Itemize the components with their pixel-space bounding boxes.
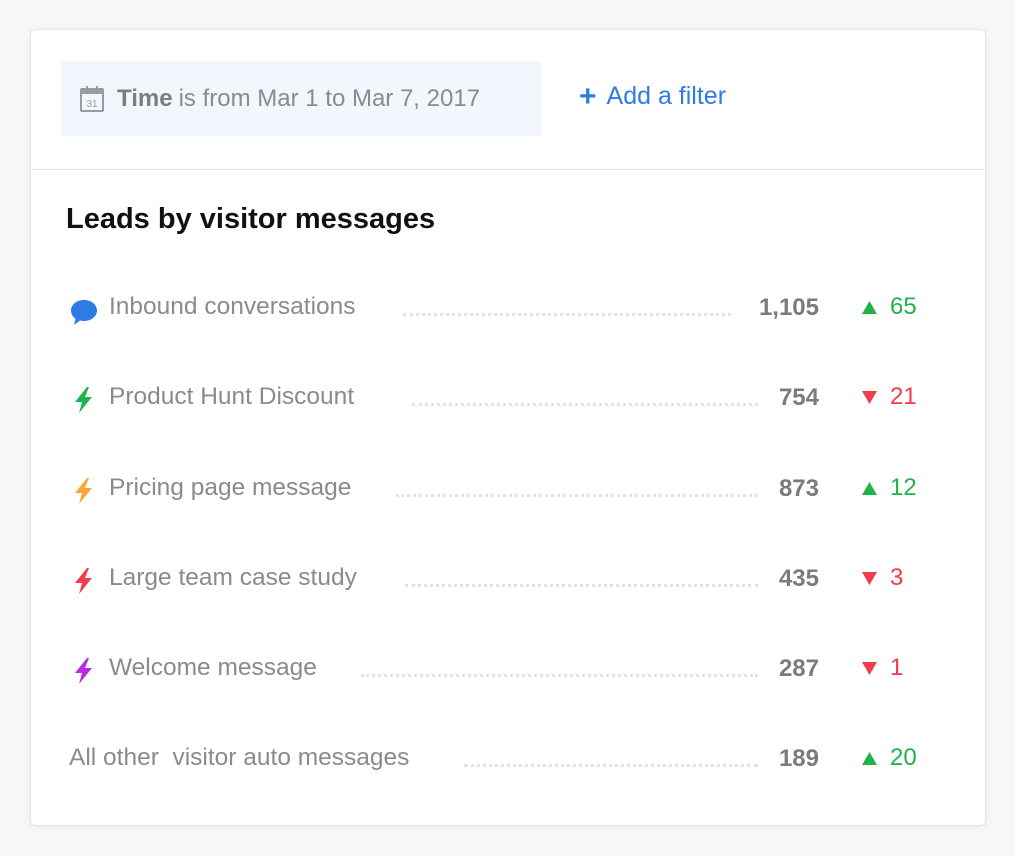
- list-item[interactable]: Large team case study 435 3: [31, 560, 985, 600]
- delta-value: 21: [890, 383, 917, 410]
- arrow-icon: [862, 751, 877, 765]
- row-value: 754: [778, 384, 819, 411]
- list-item[interactable]: Inbound conversations 1,105 65: [31, 289, 985, 329]
- delta-badge: 65: [861, 293, 917, 321]
- arrow-icon: [862, 390, 877, 404]
- delta-value: 1: [890, 654, 904, 681]
- delta-badge: 1: [861, 654, 903, 682]
- add-filter-label: Add a filter: [606, 82, 727, 110]
- dotted-leader: [464, 764, 758, 767]
- plus-icon: +: [579, 79, 597, 113]
- bolt-icon: [75, 387, 92, 413]
- filter-text: is from Mar 1 to Mar 7, 2017: [178, 84, 481, 112]
- filter-field: Time: [117, 84, 173, 112]
- bolt-icon: [75, 478, 92, 504]
- delta-value: 65: [890, 293, 917, 320]
- row-value: 435: [778, 565, 819, 592]
- list-item[interactable]: Product Hunt Discount 754 21: [31, 379, 985, 419]
- arrow-icon: [862, 481, 877, 495]
- list-item[interactable]: Pricing page message 873 12: [31, 470, 985, 510]
- row-label: Pricing page message: [109, 474, 352, 501]
- row-label: Welcome message: [109, 654, 317, 681]
- bolt-icon: [75, 658, 92, 684]
- row-label: Inbound conversations: [109, 293, 356, 320]
- dotted-leader: [361, 674, 758, 677]
- calendar-day: 31: [86, 99, 98, 110]
- dotted-leader: [405, 584, 758, 587]
- arrow-icon: [862, 300, 877, 314]
- delta-badge: 3: [861, 564, 903, 592]
- add-filter-button[interactable]: + Add a filter: [579, 79, 727, 113]
- delta-value: 20: [890, 744, 917, 771]
- row-value: 189: [778, 745, 819, 772]
- arrow-icon: [862, 571, 877, 585]
- delta-value: 12: [890, 474, 917, 501]
- list-item[interactable]: All other visitor auto messages 189 20: [31, 740, 985, 780]
- list-item[interactable]: Welcome message 287 1: [31, 650, 985, 690]
- dotted-leader: [403, 313, 731, 316]
- row-value: 287: [778, 655, 819, 682]
- row-value: 1,105: [758, 294, 819, 321]
- row-label: All other visitor auto messages: [69, 744, 410, 771]
- delta-badge: 21: [861, 383, 917, 411]
- arrow-icon: [862, 661, 877, 675]
- bolt-icon: [75, 568, 92, 594]
- row-label: Product Hunt Discount: [109, 383, 355, 410]
- dotted-leader: [396, 494, 758, 497]
- leads-card: 31 Time is from Mar 1 to Mar 7, 2017 + A…: [30, 29, 986, 826]
- delta-value: 3: [890, 564, 904, 591]
- section-title: Leads by visitor messages: [66, 203, 436, 235]
- calendar-icon: 31: [80, 85, 104, 112]
- time-filter-chip[interactable]: 31 Time is from Mar 1 to Mar 7, 2017: [61, 61, 542, 136]
- dotted-leader: [412, 403, 758, 406]
- delta-badge: 20: [861, 744, 917, 772]
- row-value: 873: [778, 475, 819, 502]
- chat-bubble-icon: [71, 300, 97, 325]
- delta-badge: 12: [861, 474, 917, 502]
- filter-bar: 31 Time is from Mar 1 to Mar 7, 2017 + A…: [31, 30, 985, 170]
- row-label: Large team case study: [109, 564, 357, 591]
